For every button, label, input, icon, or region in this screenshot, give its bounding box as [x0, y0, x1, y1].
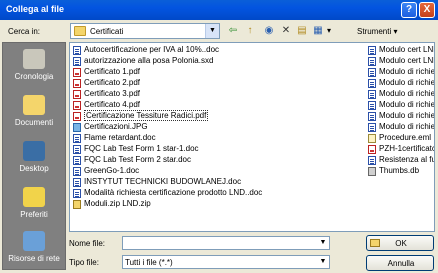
- lookin-dropdown[interactable]: Certificati ▼: [70, 23, 220, 39]
- chevron-down-icon[interactable]: ▼: [317, 237, 329, 249]
- word-document-icon: [73, 178, 81, 187]
- email-file-icon: [368, 134, 376, 143]
- chevron-down-icon[interactable]: ▼: [317, 256, 329, 268]
- place-history[interactable]: Cronologia: [3, 45, 65, 91]
- pdf-icon: [73, 101, 81, 110]
- chevron-down-icon[interactable]: ▼: [205, 24, 219, 38]
- place-label: Preferiti: [20, 210, 48, 219]
- pdf-icon: [73, 68, 81, 77]
- zip-folder-icon: [73, 200, 81, 209]
- cancel-button[interactable]: Annulla: [366, 255, 434, 271]
- search-web-icon[interactable]: ◉: [262, 24, 276, 38]
- places-bar: Cronologia Documenti Desktop Preferiti R…: [2, 42, 66, 270]
- place-label: Documenti: [14, 118, 54, 127]
- word-document-icon: [368, 79, 376, 88]
- ok-button[interactable]: OK: [366, 235, 434, 251]
- filename-label: Nome file:: [69, 239, 106, 248]
- document-icon: [73, 57, 81, 66]
- word-document-icon: [368, 68, 376, 77]
- close-button[interactable]: X: [419, 2, 435, 18]
- file-list[interactable]: Autocertificazione per IVA al 10%..doc a…: [69, 42, 435, 232]
- place-label: Desktop: [19, 164, 49, 173]
- word-document-icon: [368, 156, 376, 165]
- history-icon: [23, 49, 45, 69]
- database-file-icon: [368, 167, 376, 176]
- place-network[interactable]: Risorse di rete: [3, 227, 65, 273]
- up-folder-icon[interactable]: ↑: [243, 24, 257, 38]
- word-document-icon: [368, 112, 376, 121]
- help-button[interactable]: ?: [401, 2, 417, 18]
- favorites-icon: [23, 187, 45, 207]
- cancel-label: Annulla: [387, 259, 415, 268]
- pdf-icon: [73, 79, 81, 88]
- filetype-dropdown[interactable]: Tutti i file (*.*) ▼: [122, 255, 330, 269]
- pdf-icon: [73, 90, 81, 99]
- folder-icon: [74, 26, 86, 36]
- pdf-icon: [73, 112, 81, 121]
- place-documents[interactable]: Documenti: [3, 91, 65, 137]
- word-document-icon: [368, 57, 376, 66]
- filetype-value: Tutti i file (*.*): [125, 258, 173, 267]
- title-bar: Collega al file ? X: [0, 0, 438, 20]
- my-documents-icon: [23, 95, 45, 115]
- views-icon[interactable]: ▦: [311, 24, 325, 38]
- place-desktop[interactable]: Desktop: [3, 137, 65, 183]
- filename-input[interactable]: ▼: [122, 236, 330, 250]
- desktop-icon: [23, 141, 45, 161]
- tools-menu[interactable]: Strumenti ▾: [357, 27, 397, 36]
- back-icon[interactable]: ⇦: [226, 24, 240, 38]
- new-folder-icon[interactable]: ▤: [295, 24, 309, 38]
- word-document-icon: [368, 101, 376, 110]
- tools-label: Strumenti: [357, 27, 392, 36]
- word-document-icon: [368, 90, 376, 99]
- place-label: Cronologia: [14, 72, 54, 81]
- word-document-icon: [73, 167, 81, 176]
- place-favorites[interactable]: Preferiti: [3, 183, 65, 229]
- word-document-icon: [73, 145, 81, 154]
- ok-label: OK: [395, 239, 407, 248]
- views-dropdown-icon[interactable]: ▾: [325, 24, 333, 38]
- word-document-icon: [368, 46, 376, 55]
- image-file-icon: [73, 123, 81, 132]
- word-document-icon: [73, 156, 81, 165]
- network-icon: [23, 231, 45, 251]
- word-document-icon: [73, 134, 81, 143]
- window-title: Collega al file: [6, 4, 65, 14]
- word-document-icon: [368, 123, 376, 132]
- lookin-label: Cerca in:: [8, 27, 41, 36]
- pdf-icon: [368, 145, 376, 154]
- place-label: Risorse di rete: [8, 254, 60, 263]
- word-document-icon: [73, 189, 81, 198]
- lookin-value: Certificati: [90, 27, 124, 36]
- word-document-icon: [73, 46, 81, 55]
- delete-icon[interactable]: ✕: [279, 24, 293, 38]
- tools-dropdown-icon: ▾: [393, 27, 398, 36]
- filetype-label: Tipo file:: [69, 258, 99, 267]
